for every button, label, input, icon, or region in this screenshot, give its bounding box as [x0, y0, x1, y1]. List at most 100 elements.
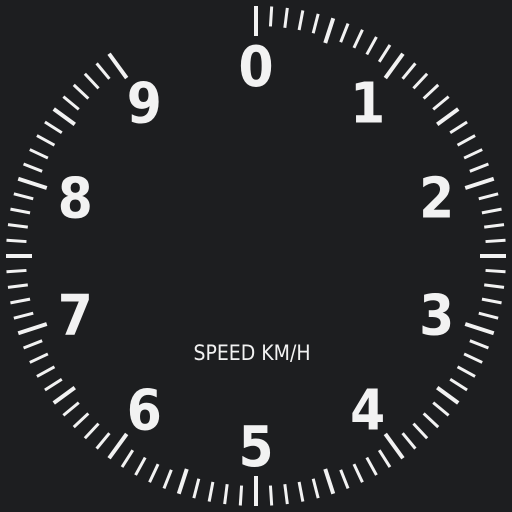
- minor-tick: [29, 148, 49, 160]
- minor-tick: [481, 207, 502, 215]
- major-tick: [107, 52, 129, 80]
- minor-tick: [6, 238, 27, 244]
- half-tick: [323, 17, 336, 44]
- major-tick: [383, 432, 405, 460]
- minor-tick: [432, 95, 450, 111]
- minor-tick: [485, 238, 506, 244]
- minor-tick: [192, 478, 201, 499]
- major-tick: [107, 432, 129, 460]
- minor-tick: [352, 29, 364, 49]
- major-tick: [17, 176, 48, 190]
- minor-tick: [485, 268, 506, 274]
- half-tick: [52, 107, 76, 126]
- gauge-numbers: 0 12 34 5 67 89: [58, 35, 454, 480]
- minor-tick: [95, 432, 111, 450]
- minor-tick: [401, 62, 417, 80]
- minor-tick: [377, 44, 392, 63]
- minor-tick: [469, 162, 489, 173]
- unit-label: SPEED KM/H: [193, 341, 310, 365]
- minor-tick: [36, 365, 56, 378]
- minor-tick: [352, 463, 364, 483]
- minor-tick: [44, 120, 63, 135]
- minor-tick: [283, 484, 289, 505]
- speed-gauge: 0 12 34 5 67 89 SPEED KM/H: [0, 0, 512, 512]
- minor-tick: [365, 36, 378, 56]
- minor-tick: [29, 352, 49, 364]
- minor-tick: [481, 297, 502, 305]
- major-tick: [17, 322, 48, 336]
- minor-tick: [72, 83, 90, 100]
- minor-tick: [13, 311, 34, 320]
- major-tick: [464, 176, 495, 190]
- scale-number-6: 6: [127, 379, 162, 444]
- minor-tick: [449, 120, 468, 135]
- minor-tick: [283, 7, 289, 28]
- minor-tick: [484, 223, 505, 229]
- minor-tick: [422, 83, 440, 100]
- minor-tick: [223, 484, 229, 505]
- minor-tick: [23, 339, 43, 350]
- minor-tick: [72, 412, 90, 429]
- minor-tick: [83, 422, 100, 440]
- minor-tick: [377, 449, 392, 468]
- scale-number-9: 9: [127, 71, 162, 136]
- minor-tick: [432, 401, 450, 417]
- minor-tick: [484, 283, 505, 289]
- minor-tick: [23, 162, 43, 173]
- half-tick: [323, 468, 336, 495]
- scale-number-5: 5: [238, 415, 273, 480]
- minor-tick: [478, 311, 499, 320]
- half-tick: [176, 468, 189, 495]
- minor-tick: [13, 192, 34, 201]
- minor-tick: [365, 456, 378, 476]
- minor-tick: [6, 268, 27, 274]
- minor-tick: [422, 412, 440, 429]
- minor-tick: [7, 223, 28, 229]
- half-tick: [52, 386, 76, 405]
- minor-tick: [456, 365, 476, 378]
- scale-number-4: 4: [350, 379, 385, 444]
- minor-tick: [478, 192, 499, 201]
- minor-tick: [297, 481, 305, 502]
- major-tick: [383, 52, 405, 80]
- minor-tick: [10, 297, 31, 305]
- minor-tick: [120, 449, 135, 468]
- minor-tick: [311, 478, 320, 499]
- minor-tick: [268, 485, 274, 506]
- minor-tick: [339, 23, 350, 43]
- scale-number-0: 0: [238, 35, 273, 100]
- minor-tick: [62, 401, 80, 417]
- minor-tick: [36, 134, 56, 147]
- minor-tick: [7, 283, 28, 289]
- scale-number-1: 1: [350, 71, 385, 136]
- minor-tick: [297, 10, 305, 31]
- scale-number-8: 8: [58, 166, 93, 231]
- minor-tick: [412, 422, 429, 440]
- minor-tick: [412, 72, 429, 90]
- minor-tick: [456, 134, 476, 147]
- minor-tick: [148, 463, 160, 483]
- scale-number-3: 3: [419, 284, 454, 349]
- scale-number-7: 7: [58, 284, 93, 349]
- minor-tick: [134, 456, 147, 476]
- minor-tick: [268, 6, 274, 27]
- minor-tick: [95, 62, 111, 80]
- minor-tick: [62, 95, 80, 111]
- minor-tick: [10, 207, 31, 215]
- minor-tick: [238, 485, 244, 506]
- minor-tick: [469, 339, 489, 350]
- minor-tick: [83, 72, 100, 90]
- major-tick: [464, 322, 495, 336]
- minor-tick: [463, 148, 483, 160]
- minor-tick: [44, 377, 63, 392]
- minor-tick: [449, 377, 468, 392]
- minor-tick: [463, 352, 483, 364]
- half-tick: [436, 107, 460, 126]
- minor-tick: [339, 469, 350, 489]
- minor-tick: [207, 481, 215, 502]
- minor-tick: [311, 13, 320, 34]
- gauge-dial: 0 12 34 5 67 89 SPEED KM/H: [6, 6, 506, 506]
- half-tick: [436, 386, 460, 405]
- minor-tick: [162, 469, 173, 489]
- minor-tick: [401, 432, 417, 450]
